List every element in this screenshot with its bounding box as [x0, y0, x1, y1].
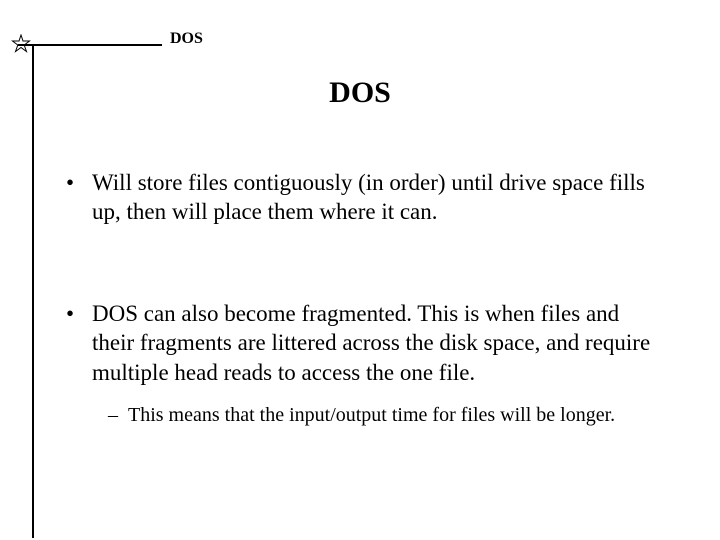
slide-body: Will store files contiguously (in order)… — [64, 168, 660, 501]
sub-bullet-item: This means that the input/output time fo… — [108, 403, 660, 429]
header-underline — [18, 44, 162, 46]
header-label: DOS — [170, 30, 203, 48]
slide-title: DOS — [0, 76, 720, 110]
bullet-text: DOS can also become fragmented. This is … — [92, 301, 650, 385]
slide: DOS DOS Will store files contiguously (i… — [0, 0, 720, 540]
sub-bullet-text: This means that the input/output time fo… — [128, 404, 615, 426]
bullet-item: DOS can also become fragmented. This is … — [64, 299, 660, 429]
vertical-rule — [32, 44, 34, 538]
bullet-text: Will store files contiguously (in order)… — [92, 170, 645, 224]
bullet-item: Will store files contiguously (in order)… — [64, 168, 660, 227]
